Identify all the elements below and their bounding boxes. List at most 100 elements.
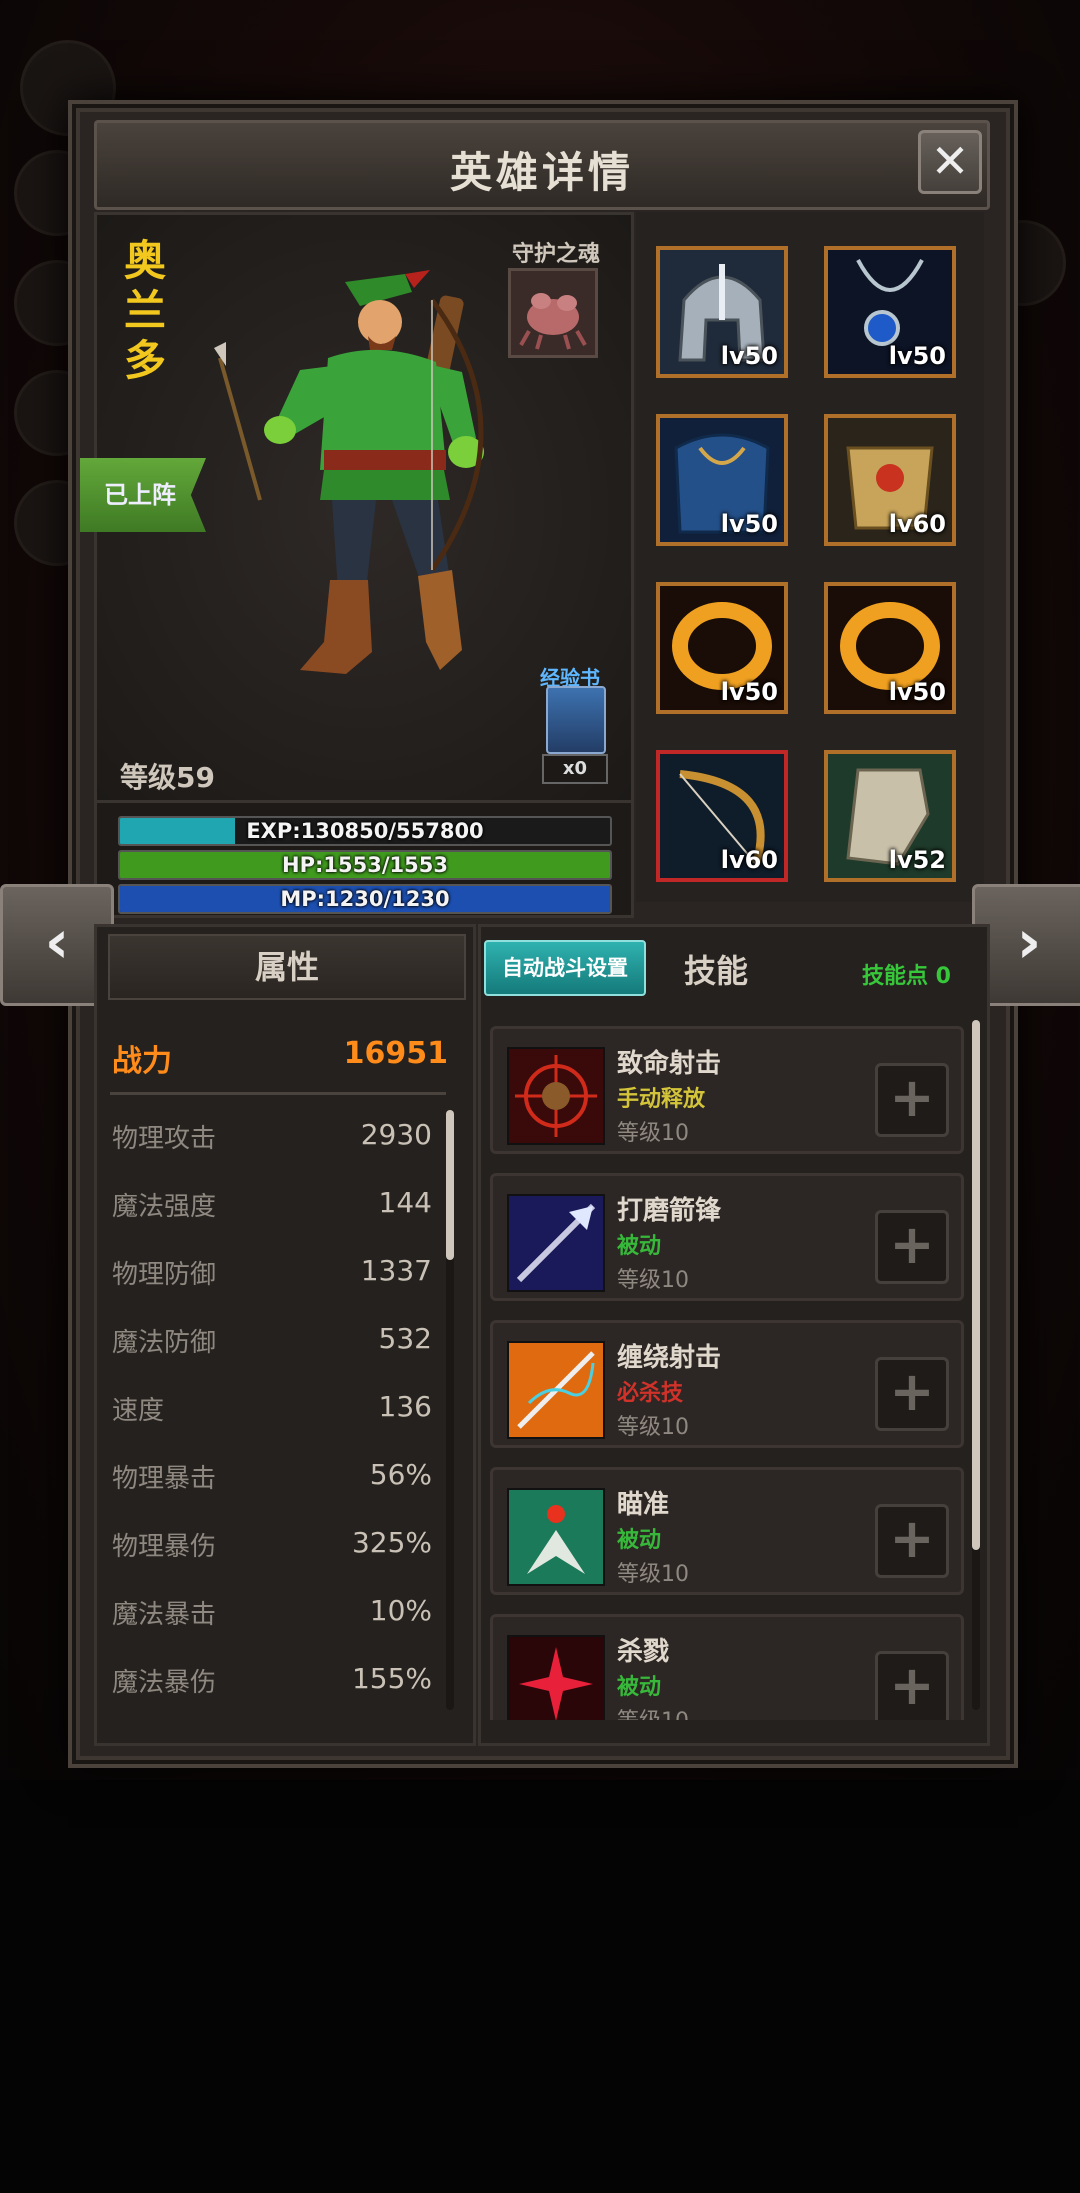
slaughter-icon: [507, 1635, 605, 1720]
attribute-value: 1337: [360, 1254, 432, 1287]
mp-bar: MP:1230/1230: [118, 884, 612, 914]
equip-slot-bow[interactable]: lv60: [656, 750, 788, 882]
exp-book-icon[interactable]: [546, 686, 606, 754]
attribute-label: 速度: [112, 1396, 165, 1426]
exp-book-count: x0: [542, 754, 608, 784]
skill-type: 被动: [617, 1234, 662, 1259]
equip-slot-boots[interactable]: lv52: [824, 750, 956, 882]
hero-archer-figure: [200, 270, 540, 710]
skill-name: 致命射击: [617, 1049, 722, 1079]
attribute-value: 325%: [351, 1526, 432, 1559]
skill-card[interactable]: 致命射击 手动释放 等级10 +: [490, 1026, 964, 1154]
close-button[interactable]: ✕: [918, 130, 982, 194]
attribute-value: 2930: [360, 1118, 432, 1151]
attribute-row: 物理暴伤 325%: [112, 1526, 432, 1563]
attribute-row: 速度 136: [112, 1390, 432, 1427]
equip-level: lv50: [720, 510, 778, 538]
sharpen-arrow-icon: [507, 1194, 605, 1292]
skill-name: 缠绕射击: [617, 1343, 722, 1373]
skill-name: 瞄准: [617, 1490, 670, 1520]
skill-type: 手动释放: [617, 1087, 706, 1112]
attribute-value: 10%: [369, 1594, 432, 1627]
attribute-value: 532: [378, 1322, 432, 1355]
hp-text: HP:1553/1553: [282, 853, 448, 877]
upgrade-skill-button[interactable]: +: [875, 1504, 949, 1578]
mp-text: MP:1230/1230: [280, 887, 450, 911]
attribute-label: 物理暴伤: [112, 1532, 217, 1562]
attribute-label: 魔法防御: [112, 1328, 217, 1358]
attribute-row: 物理防御 1337: [112, 1254, 432, 1291]
equip-level: lv52: [888, 846, 946, 874]
deployed-tag: 已上阵: [80, 458, 206, 532]
attributes-tab-label: 属性: [254, 948, 319, 986]
equip-slot-amulet[interactable]: lv50: [824, 246, 956, 378]
equip-level: lv60: [888, 510, 946, 538]
attribute-row: 物理暴击 56%: [112, 1458, 432, 1495]
attribute-row: 物理攻击 2930: [112, 1118, 432, 1155]
equip-level: lv50: [888, 342, 946, 370]
attribute-value: 56%: [369, 1458, 432, 1491]
scrollbar-thumb[interactable]: [972, 1020, 980, 1550]
attribute-label: 物理攻击: [112, 1124, 217, 1154]
exp-text: EXP:130850/557800: [246, 819, 484, 843]
hp-bar: HP:1553/1553: [118, 850, 612, 880]
equip-level: lv50: [720, 678, 778, 706]
skill-level: 等级10: [617, 1415, 689, 1440]
attribute-value: 144: [378, 1186, 432, 1219]
skill-name: 打磨箭锋: [617, 1196, 722, 1226]
attributes-tab[interactable]: 属性: [108, 934, 466, 1000]
divider: [110, 1092, 446, 1095]
attribute-value: 155%: [351, 1662, 432, 1695]
scrollbar-thumb[interactable]: [446, 1110, 454, 1260]
equip-level: lv50: [720, 342, 778, 370]
skill-card[interactable]: 瞄准 被动 等级10 +: [490, 1467, 964, 1595]
skills-scrollbar[interactable]: [972, 1020, 980, 1710]
attribute-row: 魔法暴击 10%: [112, 1594, 432, 1631]
skill-list: 致命射击 手动释放 等级10 + 打磨箭锋 被动 等级10 + 缠绕射击 必杀技…: [480, 1020, 984, 1720]
auto-battle-settings-button[interactable]: 自动战斗设置: [484, 940, 646, 996]
combat-power-label: 战力: [112, 1044, 172, 1079]
upgrade-skill-button[interactable]: +: [875, 1651, 949, 1720]
combat-power-row: 战力 16951: [112, 1036, 448, 1080]
page-title: 英雄详情: [449, 148, 634, 197]
upgrade-skill-button[interactable]: +: [875, 1357, 949, 1431]
attribute-row: 魔法强度 144: [112, 1186, 432, 1223]
skill-level: 等级10: [617, 1268, 689, 1293]
skill-card[interactable]: 杀戮 被动 等级10 +: [490, 1614, 964, 1720]
skill-level: 等级10: [617, 1121, 689, 1146]
attribute-label: 魔法暴伤: [112, 1668, 217, 1698]
equip-slot-ring-2[interactable]: lv50: [824, 582, 956, 714]
attribute-label: 魔法暴击: [112, 1600, 217, 1630]
equip-level: lv50: [888, 678, 946, 706]
skill-level: 等级10: [617, 1703, 689, 1720]
attribute-label: 物理防御: [112, 1260, 217, 1290]
skill-name: 杀戮: [617, 1637, 670, 1667]
skill-points: 技能点 0: [862, 964, 951, 989]
skill-card[interactable]: 缠绕射击 必杀技 等级10 +: [490, 1320, 964, 1448]
skill-type: 必杀技: [617, 1381, 684, 1406]
equip-slot-armor[interactable]: lv50: [656, 414, 788, 546]
skill-type: 被动: [617, 1528, 662, 1553]
skill-level: 等级10: [617, 1562, 689, 1587]
aim-icon: [507, 1488, 605, 1586]
skill-card[interactable]: 打磨箭锋 被动 等级10 +: [490, 1173, 964, 1301]
title-bar: 英雄详情: [94, 120, 990, 210]
skill-type: 被动: [617, 1675, 662, 1700]
deadly-shot-icon: [507, 1047, 605, 1145]
attribute-row: 魔法防御 532: [112, 1322, 432, 1359]
guardian-soul-label: 守护之魂: [512, 242, 601, 267]
attribute-value: 136: [378, 1390, 432, 1423]
upgrade-skill-button[interactable]: +: [875, 1063, 949, 1137]
equip-slot-gauntlet[interactable]: lv60: [824, 414, 956, 546]
attribute-label: 物理暴击: [112, 1464, 217, 1494]
equip-slot-helmet[interactable]: lv50: [656, 246, 788, 378]
skills-tab[interactable]: 技能: [684, 946, 748, 992]
attributes-scrollbar[interactable]: [446, 1110, 454, 1710]
equip-slot-ring-1[interactable]: lv50: [656, 582, 788, 714]
attribute-row: 魔法暴伤 155%: [112, 1662, 432, 1699]
hero-name: 奥兰多: [123, 236, 166, 385]
upgrade-skill-button[interactable]: +: [875, 1210, 949, 1284]
attribute-label: 魔法强度: [112, 1192, 217, 1222]
equip-level: lv60: [720, 846, 778, 874]
combat-power-value: 16951: [343, 1036, 448, 1071]
